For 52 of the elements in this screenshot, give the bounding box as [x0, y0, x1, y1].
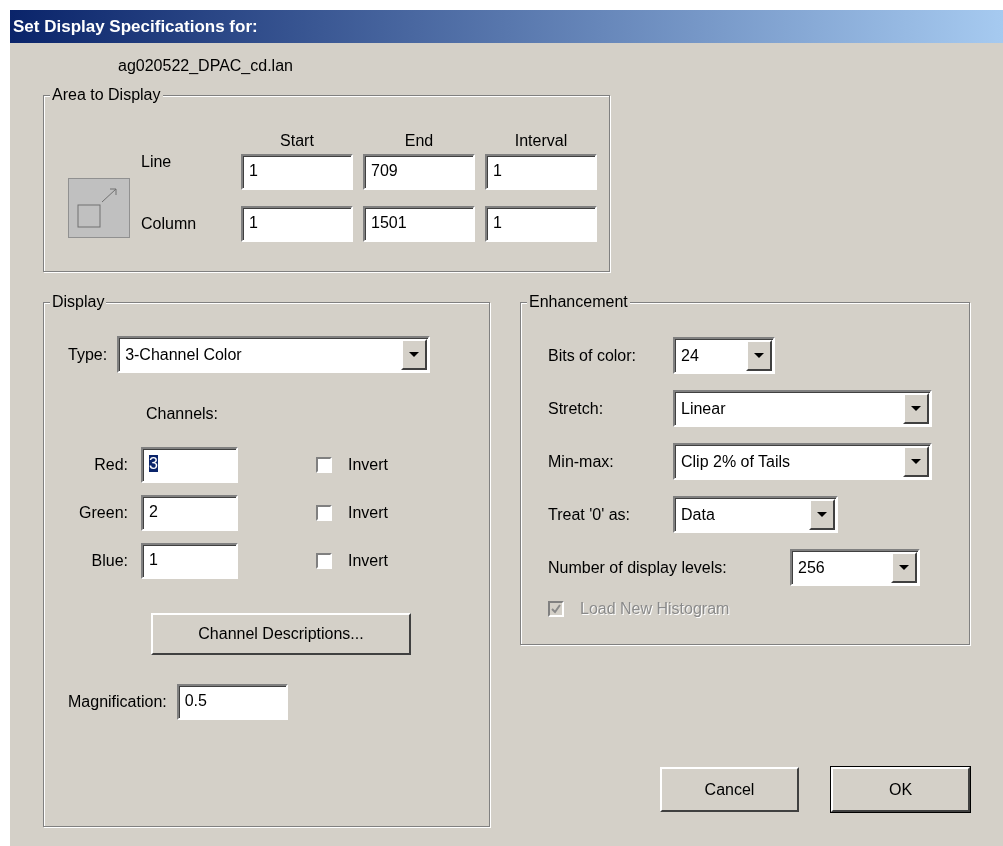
dropdown-arrow-button[interactable]	[809, 499, 835, 530]
text-field[interactable]: 1	[241, 154, 353, 190]
setting-dropdown[interactable]: 256	[790, 549, 920, 586]
setting-label: Stretch:	[548, 399, 605, 418]
text-field[interactable]: 3	[141, 447, 238, 483]
dropdown-arrow-button[interactable]	[891, 552, 917, 583]
text-field[interactable]: 1	[485, 206, 597, 242]
dropdown-arrow-button[interactable]	[746, 340, 772, 371]
text-field[interactable]: 1	[241, 206, 353, 242]
invert-checkbox[interactable]	[316, 553, 332, 569]
text-field[interactable]: 2	[141, 495, 238, 531]
dropdown-arrow-button[interactable]	[903, 446, 929, 477]
setting-dropdown[interactable]: Linear	[673, 390, 932, 427]
dropdown-arrow-button[interactable]	[401, 339, 428, 370]
text-field[interactable]: 1	[141, 543, 238, 579]
cancel-button[interactable]: Cancel	[660, 767, 799, 812]
group-title: Display	[50, 293, 107, 311]
ok-button[interactable]: OK	[831, 767, 970, 812]
invert-label: Invert	[348, 456, 388, 474]
setting-dropdown[interactable]: 24	[673, 337, 775, 374]
invert-label: Invert	[348, 504, 388, 522]
channel-label: Blue:	[90, 552, 128, 570]
column-header: Interval	[513, 132, 569, 150]
setting-label: Bits of color:	[548, 346, 638, 365]
invert-checkbox[interactable]	[316, 505, 332, 521]
text-field[interactable]: 709	[363, 154, 475, 190]
channel-label: Green:	[78, 504, 128, 522]
channel-label: Red:	[93, 456, 128, 474]
row-label: Column	[140, 215, 198, 233]
invert-label: Invert	[348, 552, 388, 570]
channel-descriptions-button[interactable]: Channel Descriptions...	[151, 613, 411, 655]
column-header: End	[403, 132, 435, 150]
window-title: Set Display Specifications for:	[13, 16, 258, 37]
setting-dropdown[interactable]: Data	[673, 496, 838, 533]
text-field[interactable]: 0.5	[176, 684, 288, 720]
magnification-label: Magnification:	[68, 693, 167, 711]
column-header: Start	[279, 132, 315, 150]
text-field[interactable]: 1501	[363, 206, 475, 242]
channels-label: Channels:	[146, 405, 220, 423]
type-dropdown[interactable]: 3-Channel Color	[117, 336, 431, 373]
setting-label: Treat '0' as:	[548, 505, 631, 524]
invert-checkbox[interactable]	[316, 457, 332, 473]
histogram-label: Load New Histogram	[580, 600, 730, 618]
file-name: ag020522_DPAC_cd.lan	[118, 57, 294, 75]
row-label: Line	[140, 153, 173, 171]
type-label: Type:	[68, 345, 108, 364]
group-title: Area to Display	[50, 86, 163, 104]
setting-label: Min-max:	[548, 452, 615, 471]
text-field[interactable]: 1	[485, 154, 597, 190]
dropdown-arrow-button[interactable]	[903, 393, 929, 424]
setting-dropdown[interactable]: Clip 2% of Tails	[673, 443, 932, 480]
setting-label: Number of display levels:	[548, 558, 728, 577]
